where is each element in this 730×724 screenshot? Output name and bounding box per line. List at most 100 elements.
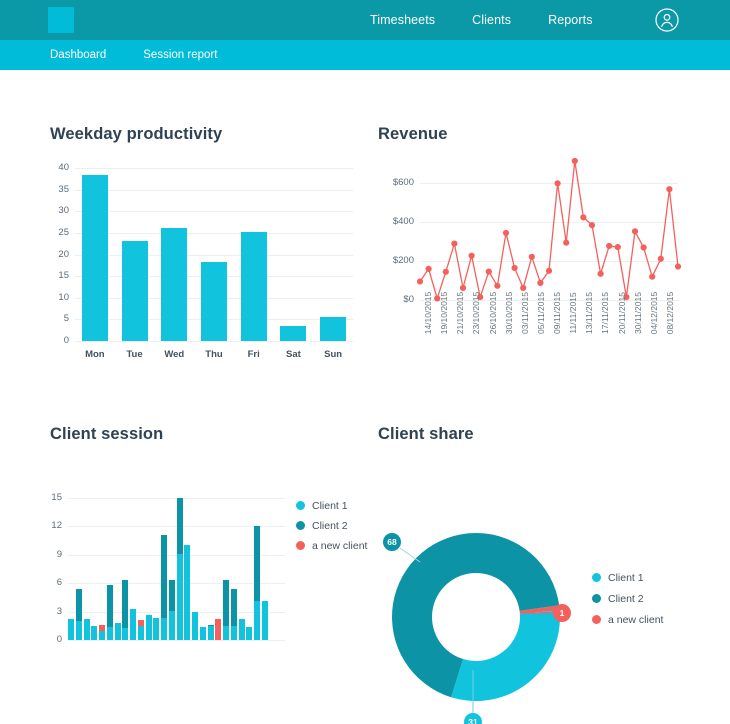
bar[interactable] [201,261,227,341]
nav-item-timesheets[interactable]: Timesheets [370,13,435,27]
bar-segment[interactable] [223,625,230,640]
bar[interactable] [161,228,188,341]
bar-segment[interactable] [215,619,222,640]
bar-segment[interactable] [114,622,121,640]
bar-segment[interactable] [176,553,183,640]
bar-segment[interactable] [68,619,75,640]
bar-segment[interactable] [122,627,129,640]
legend-label: Client 2 [608,592,644,605]
legend-item[interactable]: a new client [592,612,663,627]
chart-client-session: 0 3 6 9 12 15 [51,492,285,645]
x-axis-date-label: 03/11/2015 [519,292,530,334]
bar-segment[interactable] [106,585,113,627]
bar-segment[interactable] [199,626,206,640]
bar-segment[interactable] [168,610,175,640]
y-axis-label: 25 [58,226,69,238]
legend-item[interactable]: Client 2 [592,591,663,606]
bar-segment[interactable] [161,534,168,619]
bar-segment[interactable] [238,619,245,640]
x-axis-date-label: 20/11/2015 [616,292,627,334]
x-axis-label: Fri [247,349,260,360]
legend-item[interactable]: Client 1 [296,498,367,513]
y-axis-label: 15 [51,492,62,503]
user-avatar-icon[interactable] [655,8,679,32]
donut-svg [392,533,560,701]
bar-segment[interactable] [75,621,82,640]
bar[interactable] [240,232,267,341]
subnav-item-dashboard[interactable]: Dashboard [50,49,106,61]
x-axis-date-label: 26/10/2015 [487,291,498,335]
bar-segment[interactable] [130,608,137,640]
donut-slice-client1[interactable] [451,610,560,701]
x-axis-date-label: 23/10/2015 [471,291,482,335]
page-title-client-share: Client share [378,425,474,443]
bar-segment[interactable] [254,601,261,640]
donut-callout-badge[interactable]: 1 [553,604,571,622]
bar-segment[interactable] [122,580,129,628]
bar-segment[interactable] [91,625,98,640]
x-axis-label: Thu [205,349,223,360]
chart-weekday-productivity: 0 5 10 15 20 25 30 35 40 Mon Tue Wed Thu Fri Sat Sun [58,162,353,360]
chart-revenue: $0 $200 $400 $600 14/10/2015 19/10/2015 21/10/… [393,157,682,372]
gridline [75,341,353,342]
chart-client-share [392,533,560,701]
y-axis-label: 0 [63,335,69,346]
bar[interactable] [121,241,148,341]
y-axis-label: $600 [392,177,414,189]
legend-item[interactable]: Client 1 [592,570,663,585]
y-axis-label: 6 [56,577,62,589]
bar-segment[interactable] [75,588,82,622]
bar-segment[interactable] [223,580,230,626]
legend-client-share: Client 1 Client 2 a new client [592,570,663,633]
y-axis-label: 0 [56,634,62,645]
bar-segment[interactable] [261,601,268,640]
legend-item[interactable]: a new client [296,538,367,553]
legend-label: Client 1 [312,499,348,512]
subnav-item-session-report[interactable]: Session report [143,49,217,61]
donut-callout-badge[interactable]: 31 [464,713,482,724]
bar-segment[interactable] [153,618,160,640]
bar-segment[interactable] [145,615,152,640]
page-title-client-session: Client session [50,425,164,443]
bar-segment[interactable] [99,624,106,631]
bar-segment[interactable] [168,580,175,611]
bar-segment[interactable] [230,625,237,640]
bar-segment[interactable] [207,625,214,640]
y-axis-label: 3 [56,605,62,617]
x-axis-date-label: 13/11/2015 [584,292,595,334]
bar-segment[interactable] [137,620,144,626]
bar[interactable] [81,174,108,341]
primary-nav: Timesheets Clients Reports [370,0,593,40]
x-axis-date-label: 19/10/2015 [439,291,450,335]
donut-callout-badge[interactable]: 68 [383,533,401,551]
app-logo[interactable] [48,7,74,33]
bar-segment[interactable] [161,618,168,640]
bar-segment[interactable] [192,611,199,640]
x-axis-label: Wed [164,349,185,360]
bar-segment[interactable] [254,526,261,602]
legend-item[interactable]: Client 2 [296,518,367,533]
bar[interactable] [320,316,347,341]
bar-segment[interactable] [99,630,106,640]
y-axis-label: $0 [403,294,414,305]
legend-label: Client 1 [608,571,644,584]
y-axis-label: 30 [58,205,69,217]
bar-segment[interactable] [137,625,144,640]
bar-segment[interactable] [176,498,183,554]
x-axis-date-label: 05/11/2015 [535,292,546,334]
top-header-bar: Timesheets Clients Reports [0,0,730,40]
legend-label: Client 2 [312,519,348,532]
y-axis-label: 12 [51,520,62,532]
legend-label: a new client [608,613,664,626]
bar-segment[interactable] [106,626,113,640]
nav-item-reports[interactable]: Reports [548,13,592,27]
bar-segment[interactable] [83,619,90,640]
bar-segment[interactable] [207,624,214,626]
bar-segment[interactable] [184,545,191,640]
bar[interactable] [280,326,307,341]
y-axis-label: 20 [58,248,69,260]
nav-item-clients[interactable]: Clients [472,13,511,27]
x-axis-label: Sat [286,349,301,360]
bar-segment[interactable] [246,626,253,640]
bar-segment[interactable] [230,588,237,626]
